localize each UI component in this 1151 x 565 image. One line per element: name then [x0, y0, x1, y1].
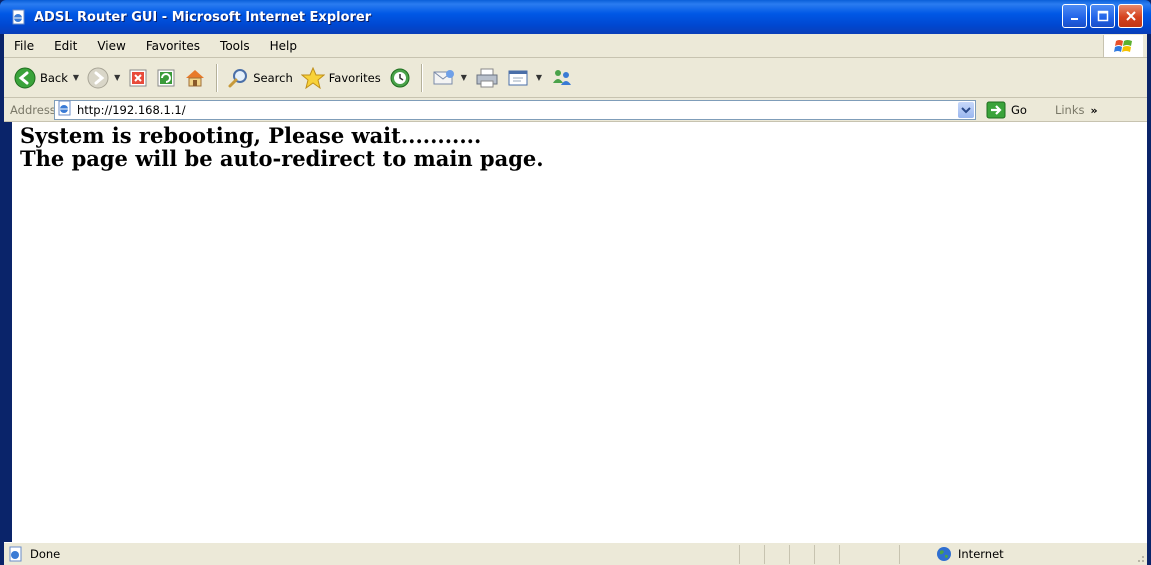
- forward-dropdown-icon[interactable]: ▼: [114, 73, 120, 82]
- status-segment: [740, 544, 765, 564]
- title-bar[interactable]: ADSL Router GUI - Microsoft Internet Exp…: [0, 0, 1151, 34]
- links-button[interactable]: Links »: [1055, 103, 1098, 117]
- ie-page-icon: [57, 100, 73, 119]
- browser-window: ADSL Router GUI - Microsoft Internet Exp…: [0, 0, 1151, 565]
- menu-favorites[interactable]: Favorites: [136, 39, 210, 53]
- back-arrow-icon: [14, 67, 36, 88]
- links-more-icon[interactable]: »: [1091, 104, 1098, 117]
- resize-grip-icon[interactable]: [1133, 551, 1145, 563]
- links-label: Links: [1054, 102, 1085, 117]
- status-bar: Done Internet: [4, 542, 1147, 565]
- go-button[interactable]: Go: [986, 101, 1027, 119]
- messenger-button[interactable]: [546, 62, 578, 94]
- printer-icon: [476, 68, 498, 87]
- back-dropdown-icon[interactable]: ▼: [73, 73, 79, 82]
- edit-button[interactable]: ▼: [503, 62, 546, 94]
- stop-button[interactable]: [124, 62, 152, 94]
- mail-dropdown-icon[interactable]: ▼: [461, 73, 467, 82]
- status-segment: [765, 544, 790, 564]
- history-icon: [390, 68, 410, 87]
- mail-button[interactable]: ▼: [428, 62, 471, 94]
- toolbar-separator: [216, 63, 218, 92]
- status-text: Done: [30, 547, 61, 561]
- refresh-button[interactable]: [152, 62, 180, 94]
- maximize-button[interactable]: [1090, 4, 1115, 28]
- zone-label: Internet: [958, 547, 1004, 561]
- home-button[interactable]: [180, 62, 210, 94]
- chevron-down-icon: [961, 106, 971, 113]
- back-button[interactable]: Back ▼: [10, 62, 83, 94]
- forward-button[interactable]: ▼: [83, 62, 124, 94]
- back-label: Back: [40, 70, 68, 85]
- refresh-icon: [157, 69, 175, 86]
- print-button[interactable]: [471, 62, 503, 94]
- menu-view[interactable]: View: [87, 39, 135, 53]
- forward-arrow-icon: [87, 67, 109, 88]
- edit-page-icon: [508, 70, 528, 85]
- menu-help[interactable]: Help: [260, 39, 307, 53]
- status-segment: [815, 544, 840, 564]
- address-label: Address: [10, 102, 56, 117]
- menu-tools[interactable]: Tools: [210, 39, 260, 53]
- address-bar: Address http://192.168.1.1/ Go Links »: [4, 98, 1147, 122]
- menu-file[interactable]: File: [4, 39, 44, 53]
- close-icon: [1125, 11, 1136, 21]
- mail-icon: [433, 69, 454, 84]
- close-button[interactable]: [1118, 4, 1143, 28]
- menu-bar: File Edit View Favorites Tools Help: [4, 34, 1147, 58]
- windows-logo-icon: [1103, 35, 1143, 57]
- edit-dropdown-icon[interactable]: ▼: [536, 73, 542, 82]
- messenger-icon: [553, 69, 572, 85]
- toolbar: Back ▼ ▼ Search Favorites ▼ ▼: [4, 58, 1147, 98]
- address-input[interactable]: http://192.168.1.1/: [54, 99, 976, 120]
- go-label: Go: [1011, 102, 1027, 117]
- reboot-message: System is rebooting, Please wait........…: [20, 123, 482, 148]
- ie-page-icon: [10, 8, 28, 26]
- status-segment: [840, 544, 900, 564]
- search-icon: [228, 68, 248, 87]
- minimize-icon: [1070, 18, 1078, 20]
- toolbar-separator: [420, 63, 422, 92]
- ie-page-icon: [9, 546, 22, 562]
- go-arrow-icon: [986, 101, 1006, 118]
- address-url[interactable]: http://192.168.1.1/: [77, 103, 186, 117]
- status-segment: [790, 544, 815, 564]
- menu-edit[interactable]: Edit: [44, 39, 87, 53]
- window-title: ADSL Router GUI - Microsoft Internet Exp…: [34, 9, 372, 25]
- favorites-button[interactable]: Favorites: [297, 62, 385, 94]
- history-button[interactable]: [385, 62, 415, 94]
- redirect-message: The page will be auto-redirect to main p…: [20, 146, 544, 171]
- favorites-star-icon: [300, 66, 325, 89]
- stop-icon: [129, 69, 147, 86]
- security-zone[interactable]: Internet: [936, 546, 1004, 562]
- maximize-icon: [1097, 10, 1108, 22]
- search-button[interactable]: Search: [223, 62, 297, 94]
- page-content: System is rebooting, Please wait........…: [12, 122, 1147, 542]
- home-icon: [186, 69, 205, 86]
- window-controls: [1062, 4, 1143, 28]
- minimize-button[interactable]: [1062, 4, 1087, 28]
- globe-icon: [937, 547, 951, 561]
- status-main: Done: [8, 544, 740, 564]
- search-label: Search: [253, 70, 293, 85]
- address-dropdown-button[interactable]: [958, 101, 974, 118]
- favorites-label: Favorites: [328, 70, 381, 85]
